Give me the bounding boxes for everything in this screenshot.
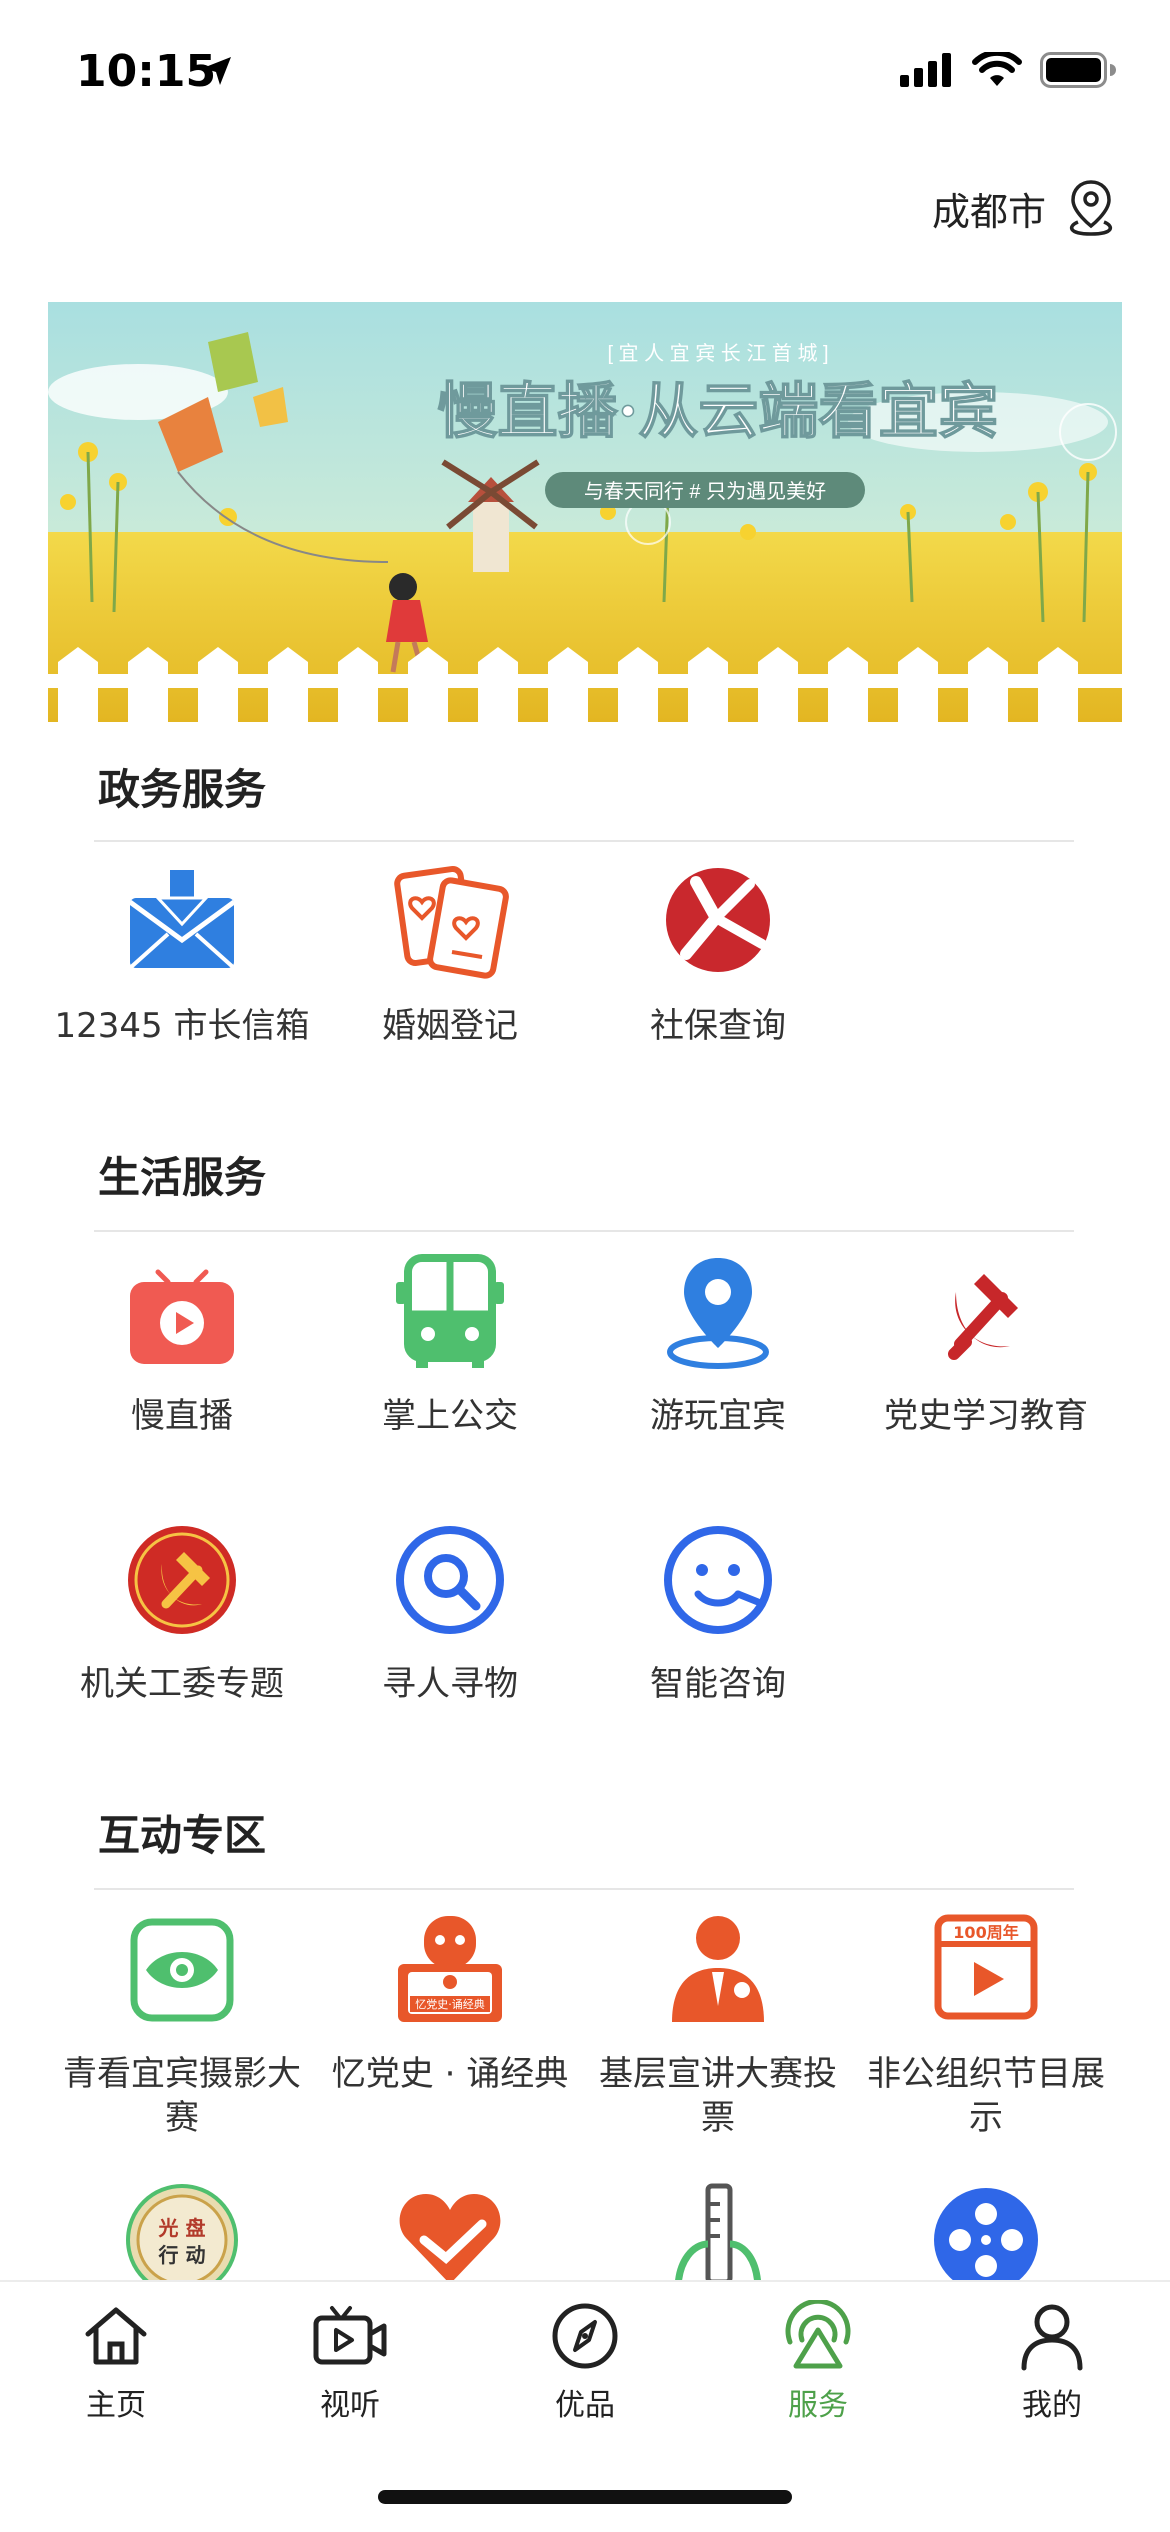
divider	[94, 840, 1074, 842]
party-book-icon: 忆党史·诵经典	[398, 1916, 502, 2022]
video-100-icon: 100周年	[934, 1914, 1038, 2020]
battery-icon	[1040, 52, 1116, 88]
live-tv-icon	[130, 1269, 234, 1364]
location-city: 成都市	[931, 189, 1046, 234]
speaker-person-icon	[672, 1916, 764, 2022]
badge-100-text: 100周年	[953, 1923, 1018, 1942]
service-lost-found[interactable]: 寻人寻物	[316, 1520, 584, 1706]
video-camera-icon	[313, 2306, 387, 2365]
item-label: 婚姻登记	[382, 1006, 518, 1046]
mail-download-icon	[128, 870, 236, 970]
tab-products[interactable]: 优品	[505, 2300, 665, 2424]
promo-banner[interactable]: [ 宜 人 宜 宾 长 江 首 城 ] 慢直播·从云端看宜宾 与春天同行 # 只…	[48, 302, 1122, 722]
heart-hand-icon	[399, 2194, 501, 2280]
item-label: 青看宜宾摄影大赛	[63, 2054, 301, 2138]
social-security-icon	[666, 868, 770, 972]
service-nonpublic-show[interactable]: 100周年 非公组织节目展示	[852, 1910, 1120, 2140]
compass-icon	[552, 2303, 618, 2369]
item-label: 慢直播	[131, 1396, 233, 1436]
service-party-history[interactable]: 党史学习教育	[852, 1252, 1120, 1438]
item-label: 忆党史 · 诵经典	[331, 2054, 569, 2094]
tab-home[interactable]: 主页	[36, 2300, 196, 2424]
tab-services[interactable]: 服务	[738, 2300, 898, 2424]
search-circle-icon	[396, 1526, 504, 1634]
service-volunteer[interactable]	[316, 2180, 584, 2280]
divider	[94, 1888, 1074, 1890]
item-label: 寻人寻物	[382, 1664, 518, 1704]
tab-label: 我的	[1022, 2388, 1082, 2423]
map-pin-icon	[667, 1258, 769, 1369]
service-bus[interactable]: 掌上公交	[316, 1252, 584, 1438]
clean-plate-badge-icon: 光 盘 行 动	[126, 2184, 238, 2280]
location-arrow-icon	[200, 54, 234, 92]
tab-media[interactable]: 视听	[270, 2300, 430, 2424]
item-label: 智能咨询	[650, 1664, 786, 1704]
wifi-icon	[972, 52, 1022, 86]
home-icon	[85, 2307, 147, 2365]
service-smart-consult[interactable]: 智能咨询	[584, 1520, 852, 1706]
certificate-heart-icon	[394, 866, 509, 979]
item-label: 掌上公交	[382, 1396, 518, 1436]
section-title-interactive: 互动专区	[98, 1811, 267, 1860]
service-visit-yibin[interactable]: 游玩宜宾	[584, 1252, 852, 1438]
item-label: 游玩宜宾	[650, 1396, 786, 1436]
service-slow-live[interactable]: 慢直播	[48, 1252, 316, 1438]
tab-profile[interactable]: 我的	[972, 2300, 1132, 2424]
party-badge-icon	[128, 1526, 236, 1634]
smile-headset-icon	[664, 1526, 772, 1634]
service-marriage-registration[interactable]: 婚姻登记	[316, 862, 584, 1048]
clean-plate-bottom: 行 动	[158, 2243, 206, 2267]
service-photo-contest[interactable]: 青看宜宾摄影大赛	[48, 1910, 316, 2140]
item-label: 12345 市长信箱	[54, 1006, 310, 1046]
user-icon	[1021, 2304, 1083, 2371]
status-indicators	[900, 52, 1116, 88]
location-selector[interactable]: 成都市	[932, 178, 1118, 238]
party-book-text: 忆党史·诵经典	[415, 1997, 485, 2011]
banner-image: [ 宜 人 宜 宾 长 江 首 城 ] 慢直播·从云端看宜宾 与春天同行 # 只…	[48, 302, 1122, 722]
service-agency-committee[interactable]: 机关工委专题	[48, 1520, 316, 1706]
service-party-classics[interactable]: 忆党史·诵经典 忆党史 · 诵经典	[316, 1910, 584, 2096]
party-emblem-icon	[948, 1274, 1018, 1360]
ruler-person-icon	[675, 2183, 761, 2280]
service-mayor-mailbox[interactable]: 12345 市长信箱	[48, 862, 316, 1048]
banner-headline: 慢直播·从云端看宜宾	[438, 377, 999, 447]
service-social-security[interactable]: 社保查询	[584, 862, 852, 1048]
map-pin-outline-icon	[1069, 180, 1113, 236]
section-title-government: 政务服务	[98, 765, 267, 814]
tab-label: 主页	[86, 2388, 146, 2423]
clean-plate-top: 光 盘	[158, 2216, 206, 2240]
bus-icon	[396, 1254, 504, 1368]
divider	[94, 1230, 1074, 1232]
signal-icon	[900, 53, 951, 87]
tab-label: 优品	[555, 2388, 615, 2423]
service-film[interactable]	[852, 2180, 1120, 2280]
item-label: 非公组织节目展示	[867, 2054, 1105, 2138]
banner-subline: 与春天同行 # 只为遇见美好	[584, 480, 826, 503]
service-clean-plate[interactable]: 光 盘 行 动	[48, 2180, 316, 2280]
eye-camera-icon	[130, 1918, 234, 2022]
banner-top-tag: [ 宜 人 宜 宾 长 江 首 城 ]	[607, 342, 828, 365]
section-title-life: 生活服务	[98, 1153, 267, 1202]
status-bar: 10:15	[0, 0, 1170, 150]
service-education[interactable]	[584, 2180, 852, 2280]
item-label: 社保查询	[650, 1006, 786, 1046]
tab-label: 视听	[320, 2388, 380, 2423]
item-label: 基层宣讲大赛投票	[599, 2054, 837, 2138]
film-reel-icon	[934, 2188, 1038, 2280]
broadcast-icon	[785, 2300, 851, 2369]
home-indicator	[378, 2490, 792, 2504]
item-label: 党史学习教育	[884, 1396, 1088, 1436]
tab-label: 服务	[788, 2388, 848, 2423]
service-speech-contest[interactable]: 基层宣讲大赛投票	[584, 1910, 852, 2140]
item-label: 机关工委专题	[80, 1664, 284, 1704]
status-time: 10:15	[76, 46, 217, 97]
